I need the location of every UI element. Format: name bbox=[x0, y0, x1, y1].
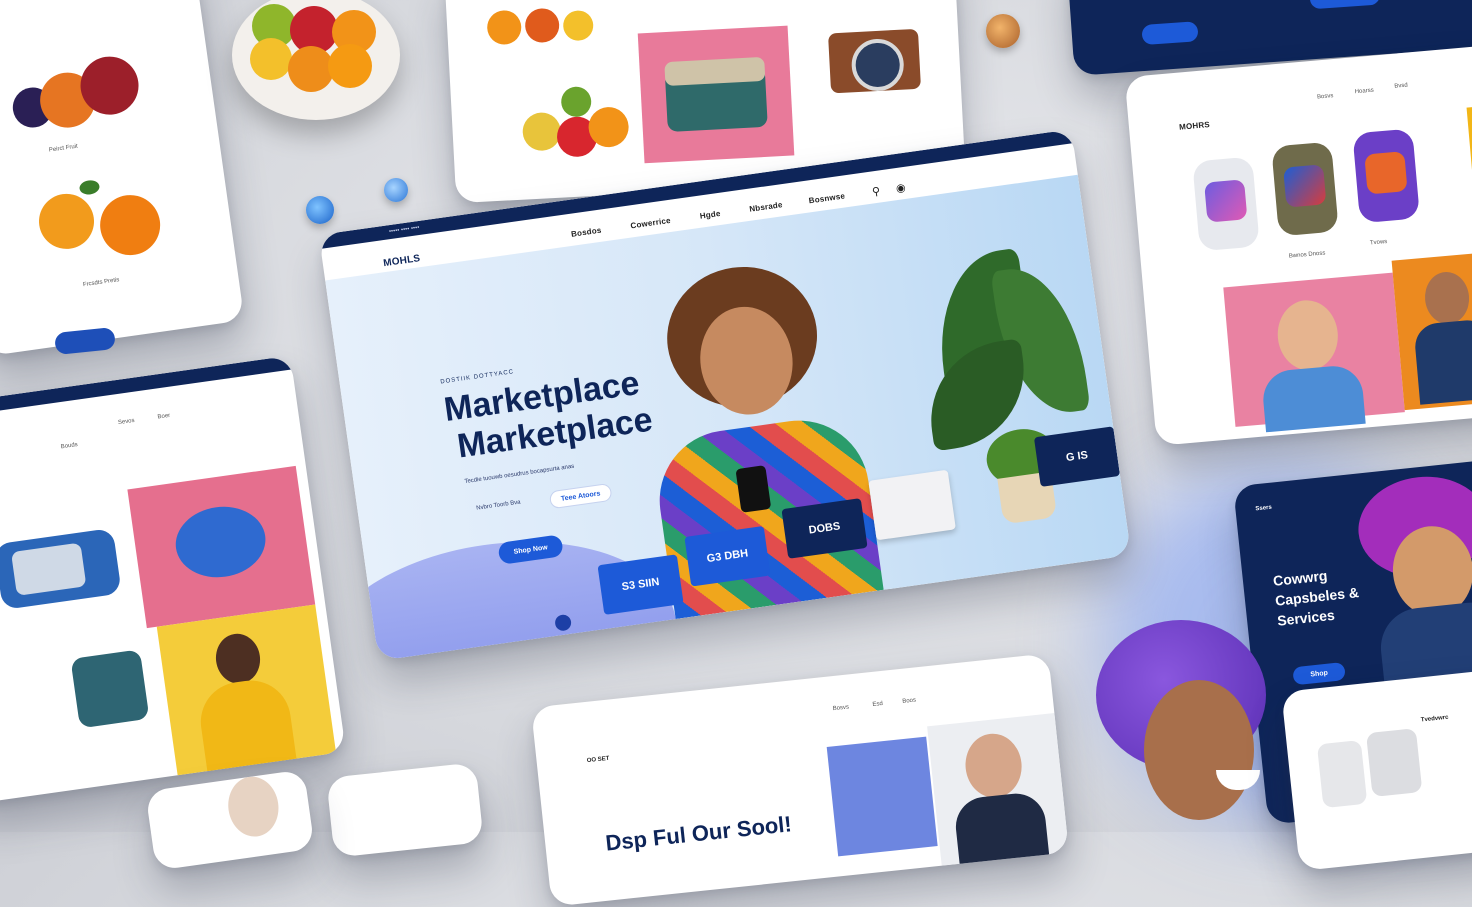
portrait-tile bbox=[927, 713, 1070, 870]
shop-button[interactable] bbox=[1309, 0, 1381, 10]
watch-caption: Bwnos Dnoss bbox=[1288, 250, 1326, 260]
bottom-left-card bbox=[145, 769, 315, 871]
hero-nav-item[interactable]: Bosdos bbox=[571, 226, 603, 239]
bottom-headline: Dsp Ful Our Sool! bbox=[604, 811, 793, 856]
fruit-product bbox=[521, 83, 645, 169]
hero-nav-item[interactable]: Cowerrice bbox=[630, 216, 671, 231]
fruit-bowl bbox=[232, 0, 400, 120]
bottom-nav-item[interactable]: Bosvs bbox=[832, 704, 849, 712]
services-button[interactable]: Shop bbox=[1292, 661, 1346, 686]
watch-caption: Tvows bbox=[1369, 239, 1388, 247]
camera-product bbox=[827, 18, 931, 103]
services-title: Capsbeles & bbox=[1274, 584, 1360, 609]
fruit-caption: Peirct Fruit bbox=[48, 143, 79, 154]
watches-logo: MOHRS bbox=[1178, 120, 1211, 132]
hero-nav-item[interactable]: Bosnwse bbox=[808, 191, 845, 205]
left-products-card: Bouds Sevos Boer bbox=[0, 355, 346, 805]
blue-badge-icon bbox=[384, 178, 408, 202]
watch-olive bbox=[1271, 141, 1339, 237]
fruit-card: Peirct Fruit Frcsdts Pretis bbox=[0, 0, 245, 357]
cart-icon[interactable]: ◉ bbox=[895, 181, 906, 195]
left-navbar bbox=[0, 355, 293, 423]
portrait-tile bbox=[826, 736, 938, 857]
fruit-image bbox=[6, 43, 146, 140]
bottom-nav-item[interactable]: Boos bbox=[902, 697, 916, 704]
portrait-purple-hair bbox=[1080, 620, 1300, 832]
watch-white bbox=[1192, 156, 1260, 252]
fruit-caption: Frcsdts Pretis bbox=[82, 277, 120, 289]
left-nav-item[interactable]: Bouds bbox=[60, 442, 78, 450]
hero-nav-item[interactable]: Nbsrade bbox=[749, 200, 783, 214]
product-box bbox=[868, 469, 956, 541]
hero-card: ••••• •••• •••• MOHLS Bosdos Cowerrice H… bbox=[318, 129, 1132, 661]
left-nav-item[interactable]: Boer bbox=[157, 413, 170, 421]
yellow-tile bbox=[156, 604, 338, 786]
device-product bbox=[0, 511, 133, 618]
services-title: Cowwrg bbox=[1272, 567, 1329, 589]
left-nav-item[interactable]: Sevos bbox=[118, 418, 135, 426]
bag-product bbox=[637, 25, 795, 164]
orange-badge-icon bbox=[986, 14, 1020, 48]
shop-button[interactable] bbox=[1141, 21, 1199, 46]
bottom-logo: OO SET bbox=[586, 755, 610, 765]
portrait-tile bbox=[1391, 250, 1472, 411]
watches-nav-item[interactable]: Bvsd bbox=[1394, 83, 1408, 90]
watches-nav-item[interactable]: Bosvs bbox=[1317, 93, 1334, 100]
yellow-strip bbox=[1466, 104, 1472, 228]
bottom-left-card bbox=[326, 762, 484, 858]
services-brand: Ssers bbox=[1255, 504, 1273, 513]
hero-top-bar-text: ••••• •••• •••• bbox=[388, 224, 420, 236]
bag-product bbox=[70, 649, 150, 729]
pink-tile bbox=[127, 465, 316, 629]
hero-nav-item[interactable]: Hgde bbox=[699, 209, 721, 221]
bottom-nav-item[interactable]: Esd bbox=[872, 701, 883, 708]
watch-purple bbox=[1352, 128, 1420, 224]
search-icon[interactable]: ⚲ bbox=[871, 184, 881, 198]
speaker-product bbox=[1316, 739, 1368, 809]
watches-nav-item[interactable]: Hoarss bbox=[1355, 88, 1374, 96]
blue-badge-icon bbox=[306, 196, 334, 224]
device-card: Tvedvwrc bbox=[1281, 668, 1472, 872]
watches-card: MOHRS Bosvs Hoarss Bvsd Bwnos Dnoss Tvow… bbox=[1124, 44, 1472, 446]
device-card-title: Tvedvwrc bbox=[1420, 714, 1449, 724]
floating-button[interactable] bbox=[54, 326, 116, 356]
portrait-tile bbox=[1223, 272, 1405, 433]
bottom-card: OO SET Bosvs Esd Boos Dsp Ful Our Sool! bbox=[530, 653, 1070, 907]
speaker-product bbox=[1365, 728, 1423, 798]
orange-image bbox=[34, 170, 175, 277]
fruit-product bbox=[486, 6, 598, 52]
